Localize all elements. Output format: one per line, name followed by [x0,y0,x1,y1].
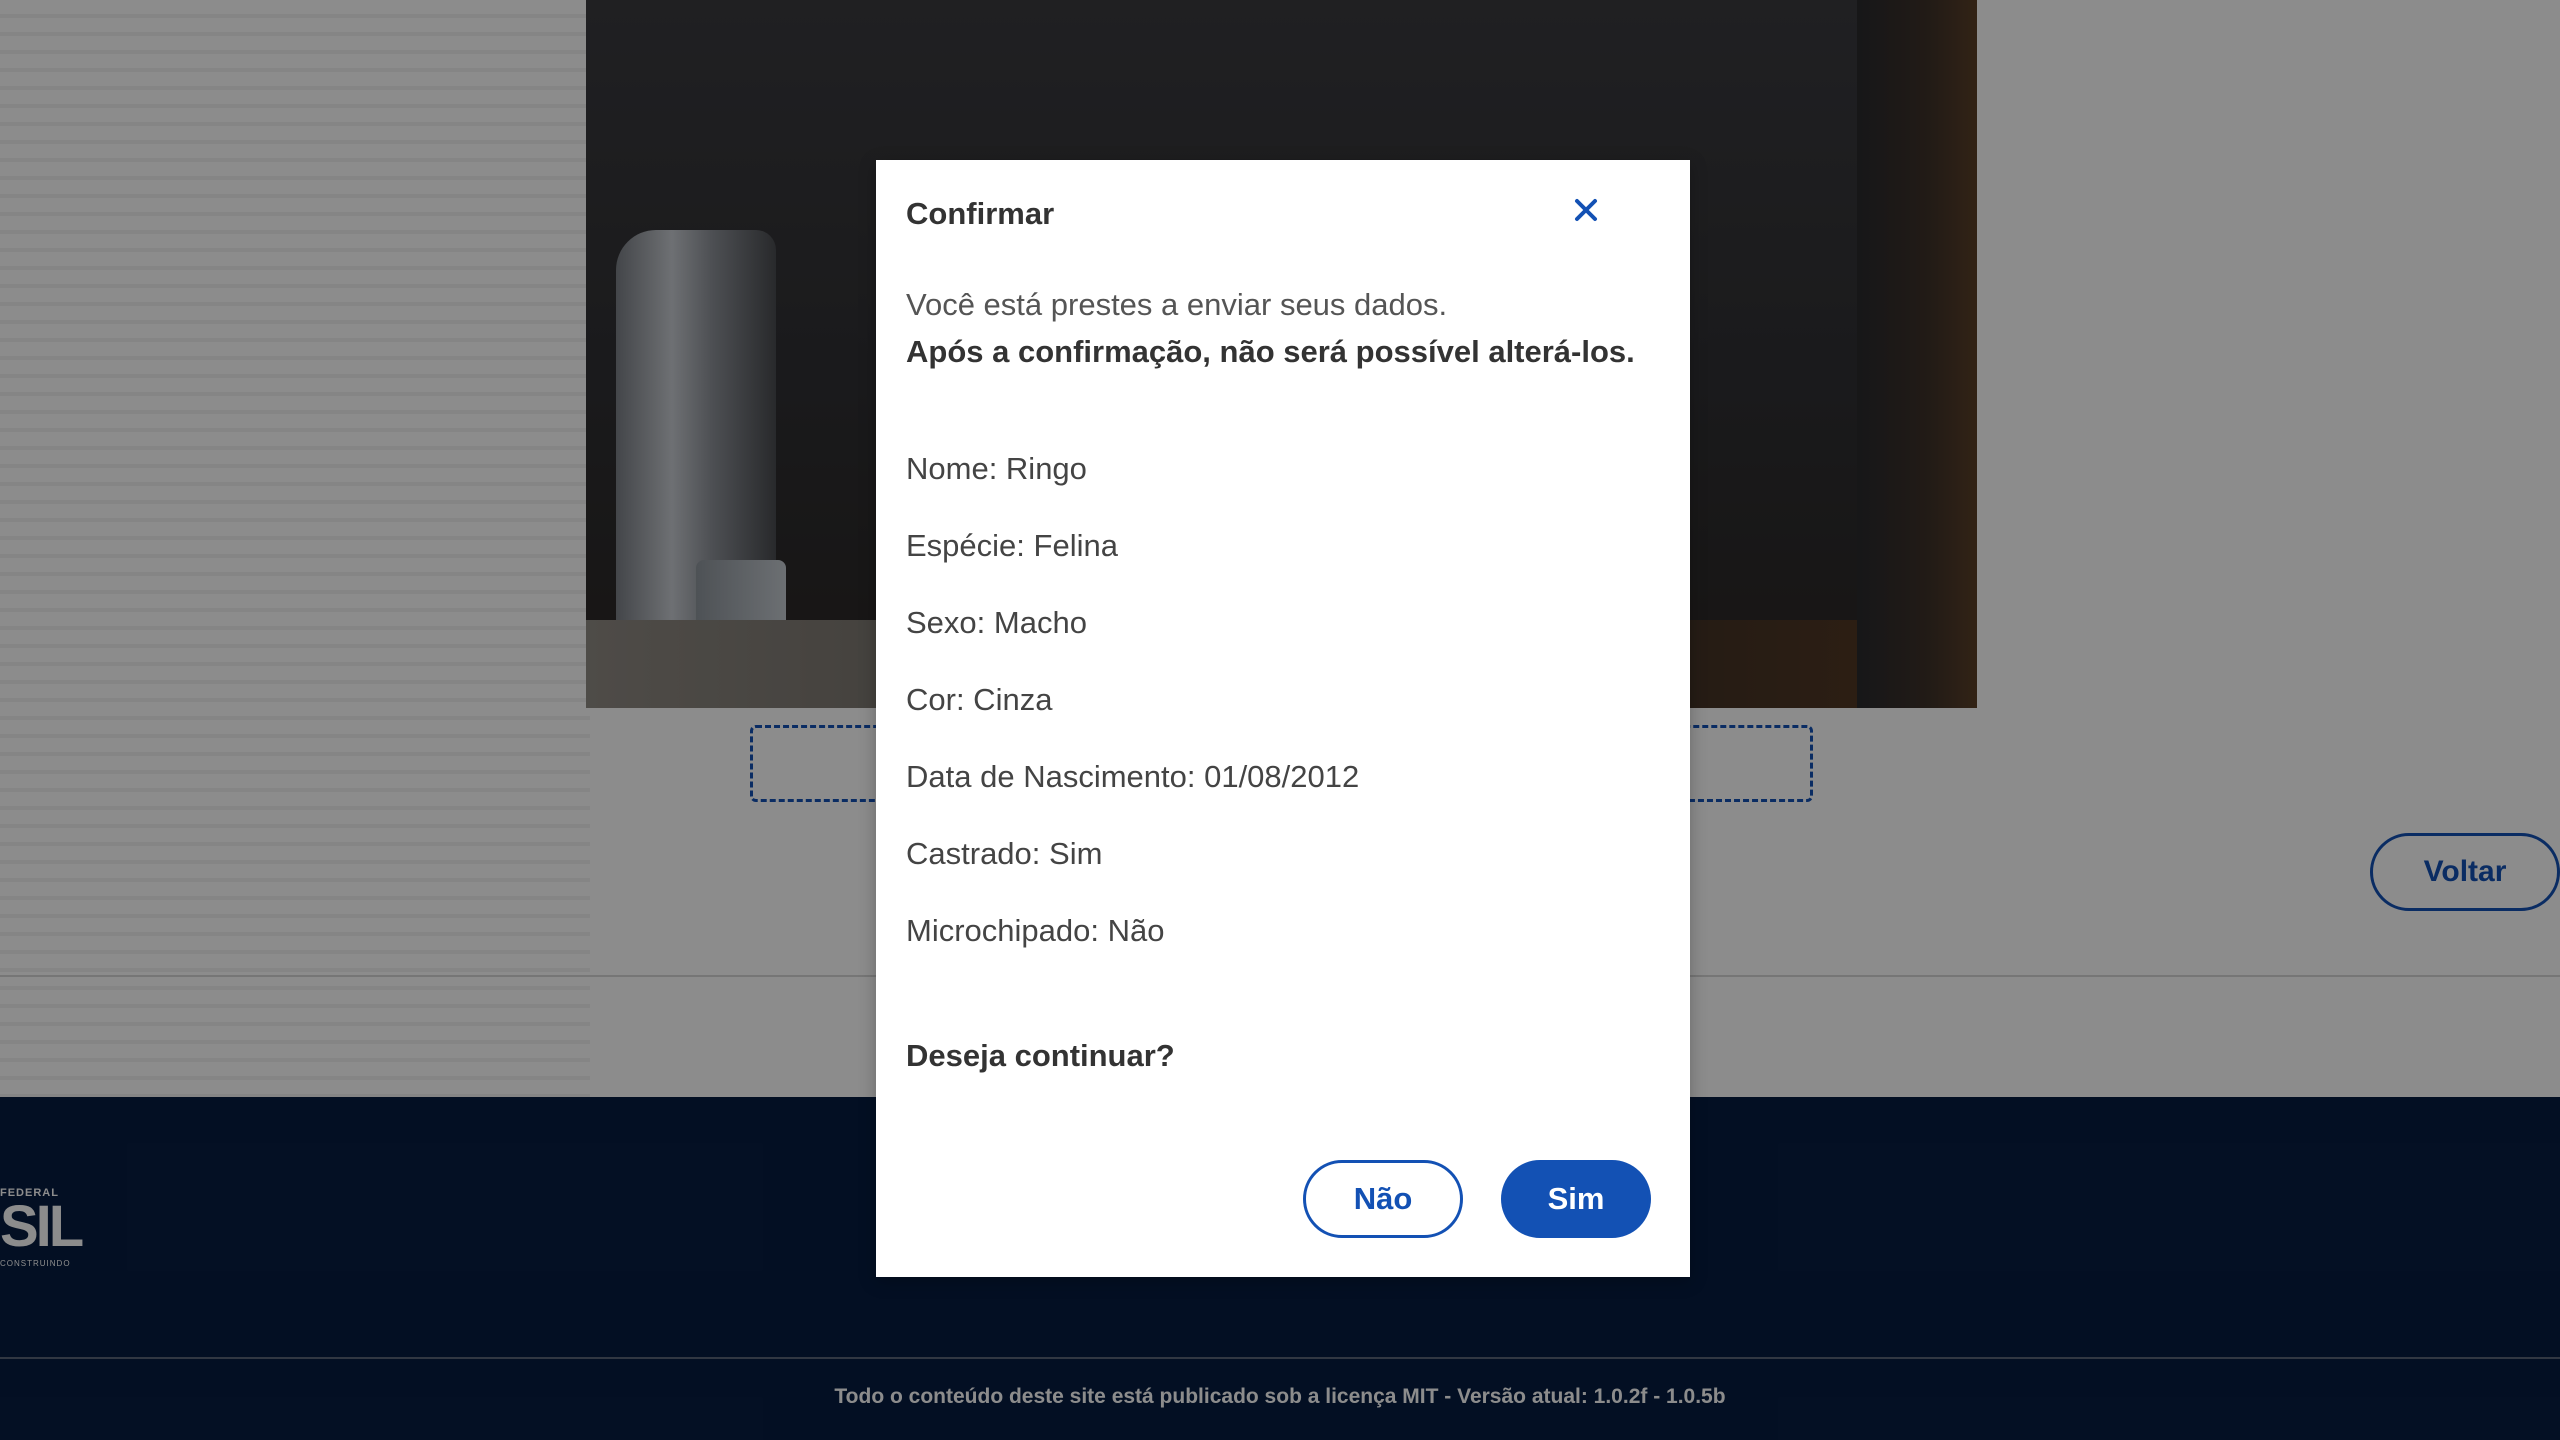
dialog-question: Deseja continuar? [906,1038,1175,1073]
detail-name: Nome: Ringo [906,451,1087,486]
detail-sex: Sexo: Macho [906,605,1087,640]
pet-details-list: Nome: Ringo Espécie: Felina Sexo: Macho … [906,450,1359,989]
no-button[interactable]: Não [1303,1160,1463,1238]
detail-birthdate: Data de Nascimento: 01/08/2012 [906,759,1360,794]
dialog-title: Confirmar [906,196,1055,231]
detail-species: Espécie: Felina [906,528,1118,563]
detail-neutered: Castrado: Sim [906,836,1103,871]
dialog-intro: Você está prestes a enviar seus dados. [906,287,1448,322]
dialog-warning: Após a confirmação, não será possível al… [906,334,1635,369]
detail-color: Cor: Cinza [906,682,1053,717]
detail-microchipped: Microchipado: Não [906,913,1165,948]
close-icon [1575,199,1597,221]
yes-button[interactable]: Sim [1501,1160,1651,1238]
close-button[interactable] [1566,190,1606,230]
confirm-dialog: Confirmar Você está prestes a enviar seu… [876,160,1690,1277]
